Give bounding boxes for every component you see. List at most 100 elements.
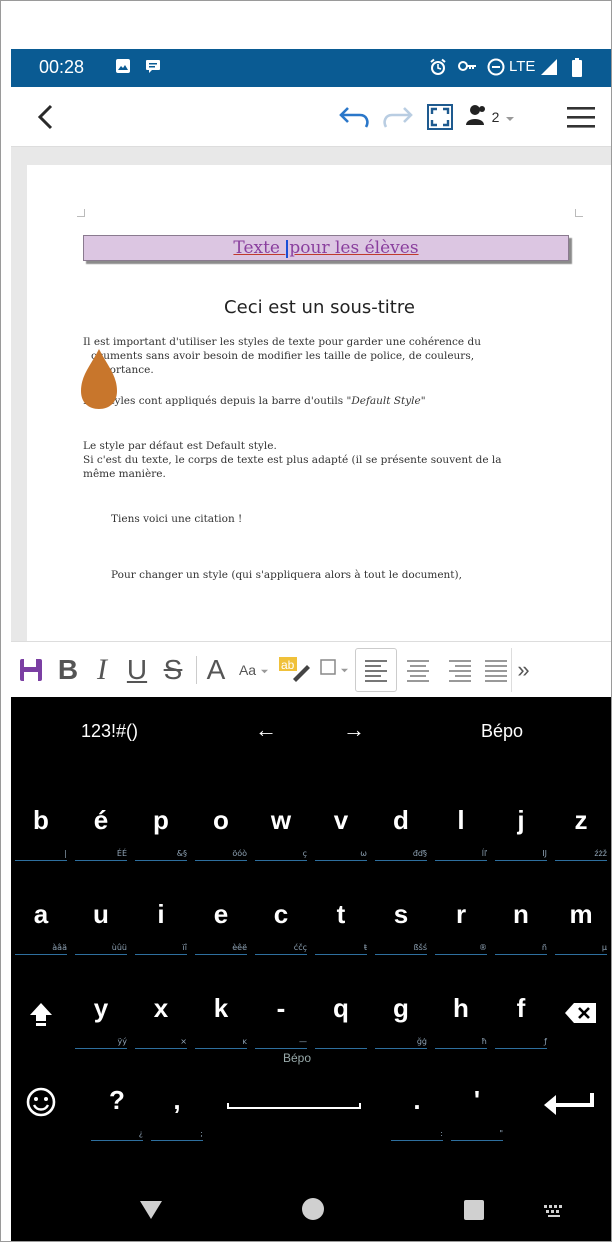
battery-icon	[571, 58, 583, 82]
paragraph-1-line-2: ocuments sans avoir besoin de modifier l…	[91, 350, 475, 362]
nav-home-icon[interactable]	[301, 1197, 325, 1225]
key-w[interactable]: wç	[251, 787, 311, 879]
key-y[interactable]: y ÿý	[71, 975, 131, 1067]
align-left-icon[interactable]	[355, 647, 397, 692]
emoji-key[interactable]	[11, 1067, 71, 1159]
paragraph-4[interactable]: Pour changer un style (qui s'appliquera …	[111, 569, 462, 581]
border-icon	[319, 659, 336, 680]
key-a[interactable]: a àâä	[11, 881, 71, 973]
enter-key[interactable]	[531, 1067, 607, 1159]
key-b[interactable]: b |	[11, 787, 71, 879]
key-n[interactable]: nñ	[491, 881, 551, 973]
case-button[interactable]: Aa	[231, 648, 277, 692]
keyboard-switch-icon[interactable]	[543, 1203, 565, 1222]
backspace-icon	[551, 1001, 611, 1029]
paragraph-1-text: l est important d'utiliser les styles de…	[87, 336, 481, 348]
key-f[interactable]: fƒ	[491, 975, 551, 1067]
key-c[interactable]: c ćčç	[251, 881, 311, 973]
paragraph-3-line-2: Si c'est du texte, le corps de texte est…	[83, 454, 502, 466]
strikethrough-icon[interactable]: S	[155, 648, 191, 692]
italic-icon[interactable]: I	[85, 648, 119, 692]
paragraph-2-style-name: Default Style	[351, 395, 421, 407]
undo-icon[interactable]	[337, 97, 373, 137]
paragraph-3[interactable]: Le style par défaut est Default style. S…	[83, 439, 583, 481]
nav-recents-icon[interactable]	[463, 1199, 485, 1225]
key-v[interactable]: vω	[311, 787, 371, 879]
users-button[interactable]: 2	[465, 97, 515, 137]
shift-key[interactable]	[11, 975, 71, 1067]
space-key[interactable]: Bépo	[207, 1051, 387, 1159]
keyboard-row-2: a àâä u ùûü i ïî e èêë c ćčç tŧ s ßšś r ® nñ mµ	[11, 881, 611, 973]
key-p[interactable]: p &§	[131, 787, 191, 879]
align-center-icon[interactable]	[397, 648, 439, 692]
key-s[interactable]: s ßšś	[371, 881, 431, 973]
key-d[interactable]: d đď§	[371, 787, 431, 879]
key-o[interactable]: o öóò	[191, 787, 251, 879]
key-h[interactable]: hħ	[431, 975, 491, 1067]
cursor-right-key[interactable]: →	[343, 717, 365, 743]
redo-icon[interactable]	[379, 97, 415, 137]
key-z[interactable]: z źżž	[551, 787, 611, 879]
backspace-key[interactable]	[551, 975, 611, 1067]
justify-icon[interactable]	[481, 648, 511, 692]
margin-mark	[575, 209, 583, 217]
key-m[interactable]: mµ	[551, 881, 611, 973]
font-size-icon[interactable]: A	[201, 648, 231, 692]
key-apostrophe[interactable]: ' "	[447, 1067, 507, 1159]
dropdown-icon	[505, 108, 515, 127]
border-button[interactable]	[313, 648, 355, 692]
paragraph-3-line-1: Le style par défaut est Default style.	[83, 440, 277, 452]
case-dropdown-icon	[260, 662, 269, 678]
bold-icon[interactable]: B	[51, 648, 85, 692]
key-e[interactable]: e èêë	[191, 881, 251, 973]
heading-paragraph[interactable]: Texte pour les élèves	[83, 235, 569, 261]
keyboard: 123!#() ← → Bépo b | é ÉÉ p &§ o öóò wç vω d…	[11, 697, 611, 1175]
key-i[interactable]: i ïî	[131, 881, 191, 973]
heading-text-part1: Texte	[233, 238, 286, 258]
paragraph-1-line-1: Il est important d'utiliser les styles d…	[83, 335, 481, 349]
align-right-icon[interactable]	[439, 648, 481, 692]
nav-back-icon[interactable]	[139, 1199, 163, 1225]
selection-handle[interactable]	[79, 347, 119, 411]
key-l[interactable]: l ĺľ	[431, 787, 491, 879]
document-page[interactable]: Texte pour les élèves Ceci est un sous-t…	[27, 165, 611, 641]
key-u[interactable]: u ùûü	[71, 881, 131, 973]
image-icon	[115, 58, 131, 78]
suggestion-numbers[interactable]: 123!#()	[81, 721, 138, 742]
network-type: LTE	[509, 58, 536, 75]
key-j[interactable]: jĲ	[491, 787, 551, 879]
paragraph-2[interactable]: Les styles cont appliqués depuis la barr…	[83, 394, 583, 408]
key-x[interactable]: x ×	[131, 975, 191, 1067]
case-icon: Aa	[238, 661, 257, 678]
document-area[interactable]: Texte pour les élèves Ceci est un sous-t…	[11, 147, 611, 641]
border-dropdown-icon	[340, 661, 349, 679]
key-e-acute[interactable]: é ÉÉ	[71, 787, 131, 879]
fullscreen-icon[interactable]	[423, 97, 457, 137]
paragraph-2-text: Les styles cont appliqués depuis la barr…	[83, 395, 352, 407]
menu-icon[interactable]	[563, 97, 599, 137]
highlight-icon[interactable]: ab	[277, 648, 313, 692]
users-count: 2	[491, 109, 500, 125]
screen: 00:28 LTE 2 Texte pour les élèves Ceci e…	[0, 0, 612, 1242]
emoji-icon	[11, 1087, 71, 1121]
more-icon[interactable]: »	[511, 647, 535, 692]
margin-mark	[77, 209, 85, 217]
do-not-disturb-icon	[487, 58, 505, 80]
paragraph-3-line-3: même manière.	[83, 468, 166, 480]
back-icon[interactable]	[31, 97, 61, 137]
app-toolbar: 2	[11, 87, 611, 147]
suggestion-layout[interactable]: Bépo	[481, 721, 523, 742]
quote-paragraph[interactable]: Tiens voici une citation !	[111, 513, 242, 525]
heading-text-part2: pour les élèves	[289, 238, 419, 258]
key-comma[interactable]: ,;	[147, 1067, 207, 1159]
save-icon[interactable]	[11, 648, 51, 692]
keyboard-row-1: b | é ÉÉ p &§ o öóò wç vω d đď§ l ĺľ jĲ z źżž	[11, 787, 611, 879]
key-r[interactable]: r ®	[431, 881, 491, 973]
cursor-left-key[interactable]: ←	[255, 717, 277, 743]
key-period[interactable]: .:	[387, 1067, 447, 1159]
shift-icon	[11, 1001, 71, 1031]
key-t[interactable]: tŧ	[311, 881, 371, 973]
underline-icon[interactable]: U	[119, 648, 155, 692]
document-subtitle[interactable]: Ceci est un sous-titre	[27, 297, 611, 318]
key-question[interactable]: ? ¿	[87, 1067, 147, 1159]
